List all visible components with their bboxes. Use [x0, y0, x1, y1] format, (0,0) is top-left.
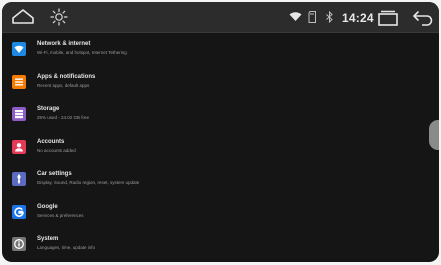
- side-panel-handle[interactable]: [429, 120, 439, 150]
- device-screen: 14:24 Network & internet Wi-Fi, mobile, …: [2, 2, 439, 262]
- settings-item-system[interactable]: System Languages, time, update info: [2, 228, 439, 261]
- wifi-icon: [12, 42, 26, 56]
- settings-item-title: Apps & notifications: [37, 73, 96, 80]
- settings-item-google[interactable]: Google Services & preferences: [2, 196, 439, 229]
- clock: 14:24: [342, 11, 374, 25]
- brightness-icon[interactable]: [49, 7, 69, 27]
- settings-item-subtitle: Languages, time, update info: [37, 245, 96, 250]
- settings-item-title: System: [37, 236, 59, 242]
- recents-icon[interactable]: [376, 10, 400, 26]
- settings-item-subtitle: Services & preferences: [37, 212, 84, 218]
- settings-item-title: Storage: [37, 106, 60, 112]
- account-icon: [12, 139, 26, 154]
- settings-item-subtitle: Recent apps, default apps: [37, 82, 90, 88]
- settings-item-apps[interactable]: Apps & notifications Recent apps, defaul…: [2, 66, 439, 99]
- google-icon: [12, 204, 26, 219]
- settings-item-network[interactable]: Network & internet Wi-Fi, mobile, and ho…: [2, 33, 439, 66]
- settings-item-subtitle: Wi-Fi, mobile, and hotspot, Internet Tet…: [37, 50, 127, 55]
- settings-item-storage[interactable]: Storage 25% used - 24.02 GB free: [2, 98, 439, 131]
- car-settings-icon: [12, 172, 26, 186]
- settings-item-title: Car settings: [37, 171, 72, 177]
- settings-item-title: Network & internet: [37, 41, 91, 47]
- home-icon[interactable]: [10, 8, 36, 26]
- settings-item-car-settings[interactable]: Car settings Display, Sound, Radio regio…: [2, 163, 439, 196]
- system-info-icon: [12, 237, 26, 251]
- settings-item-accounts[interactable]: Accounts No accounts added: [2, 131, 439, 164]
- settings-item-subtitle: Display, Sound, Radio region, reset, sys…: [37, 180, 140, 185]
- bluetooth-icon: [326, 11, 333, 23]
- settings-item-title: Google: [37, 203, 58, 210]
- back-icon[interactable]: [412, 9, 434, 27]
- settings-item-subtitle: 25% used - 24.02 GB free: [37, 115, 90, 120]
- settings-list: Network & internet Wi-Fi, mobile, and ho…: [2, 33, 439, 261]
- wifi-icon: [289, 12, 302, 21]
- apps-icon: [12, 74, 26, 89]
- status-bar: 14:24: [2, 2, 439, 33]
- settings-item-title: Accounts: [37, 138, 65, 145]
- sd-card-icon: [308, 11, 316, 23]
- settings-item-subtitle: No accounts added: [37, 147, 76, 153]
- storage-icon: [12, 107, 26, 121]
